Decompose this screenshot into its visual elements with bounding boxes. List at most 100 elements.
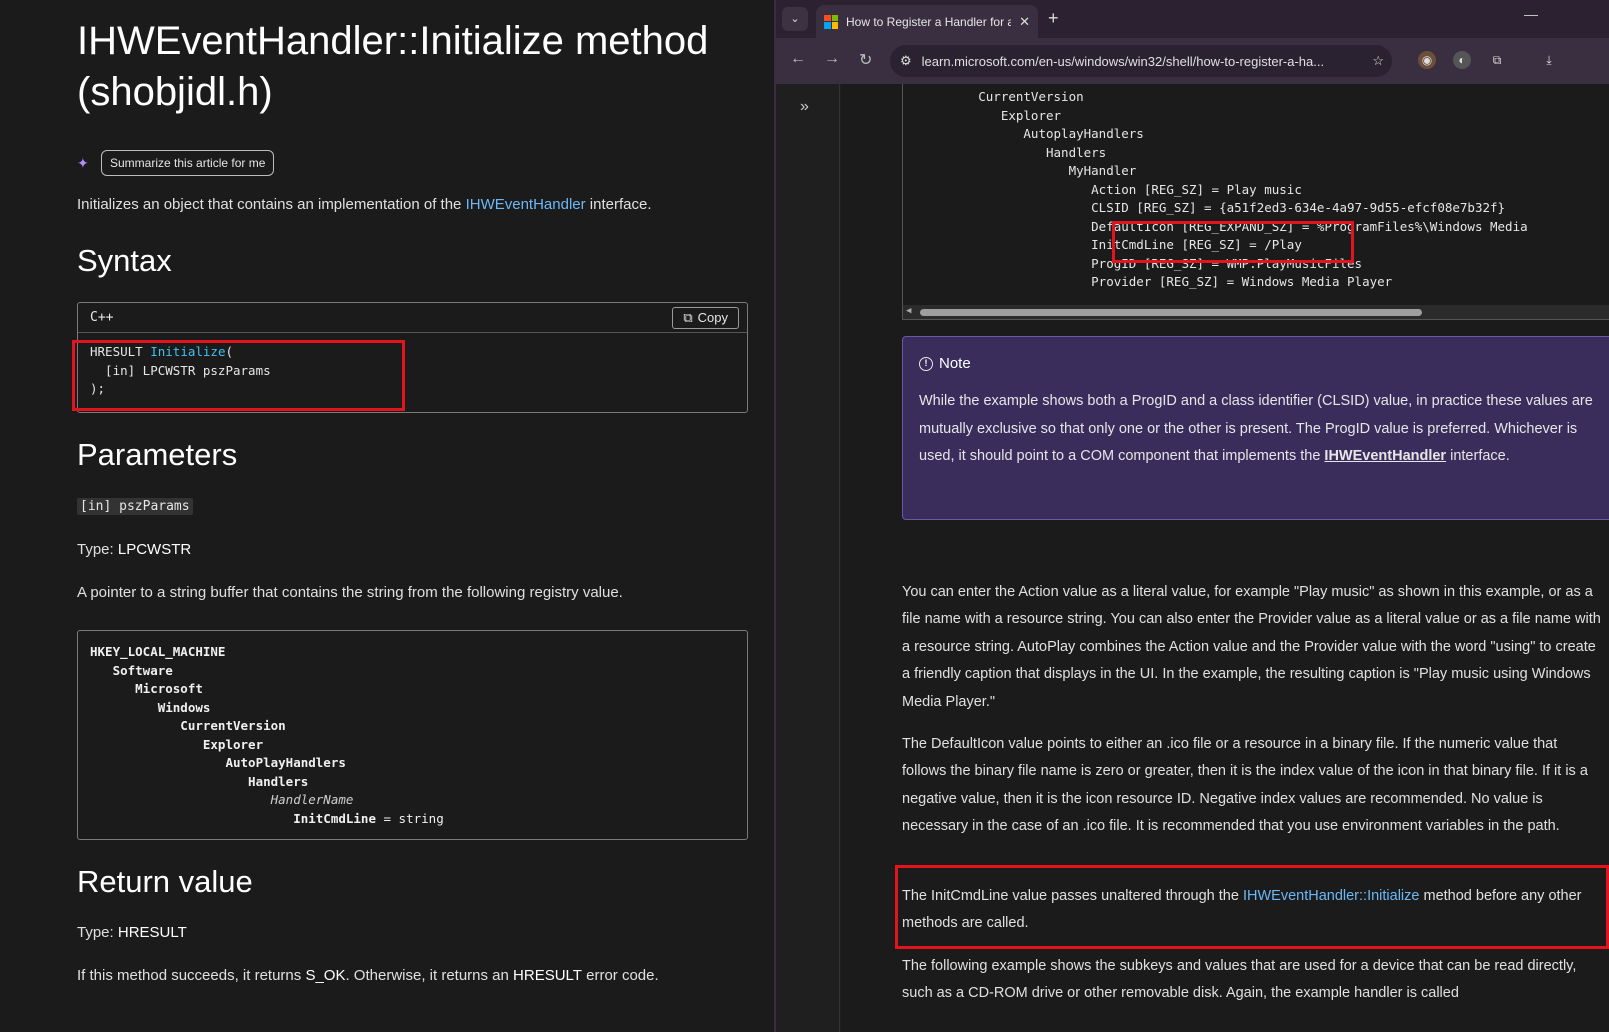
- registry-line: Explorer: [90, 736, 264, 752]
- tab-active[interactable]: How to Register a Handler for a ✕: [816, 5, 1038, 38]
- ret-text: If this method succeeds, it returns: [77, 967, 306, 984]
- doc-pane: IHWEventHandler::Initialize method (shob…: [0, 0, 774, 1032]
- ret-text: . Otherwise, it returns an: [345, 967, 514, 984]
- note-ihweventhandler-link[interactable]: IHWEventHandler: [1324, 448, 1446, 464]
- syntax-code-block: C++ ⧉ Copy HRESULT Initialize( [in] LPCW…: [77, 302, 748, 413]
- note-heading: Note: [939, 355, 971, 372]
- para3-text: The InitCmdLine value passes unaltered t…: [902, 888, 1243, 904]
- note-callout: ! Note While the example shows both a Pr…: [902, 336, 1609, 520]
- page-title: IHWEventHandler::Initialize method (shob…: [77, 19, 709, 114]
- close-tab-icon[interactable]: ✕: [1019, 14, 1030, 30]
- code-paren: (: [225, 344, 234, 359]
- code-line: CLSID [REG_SZ] = {a51f2ed3-634e-4a97-9d5…: [903, 200, 1506, 215]
- browser-window: ⌄ How to Register a Handler for a ✕ + — …: [776, 0, 1609, 1032]
- tab-strip: ⌄ How to Register a Handler for a ✕ + —: [776, 0, 1609, 38]
- tab-search-button[interactable]: ⌄: [782, 7, 808, 31]
- code-line: Provider [REG_SZ] = Windows Media Player: [903, 274, 1393, 289]
- param-name: [in] pszParams: [77, 498, 193, 515]
- paragraph-following-example: The following example shows the subkeys …: [902, 958, 1577, 1002]
- registry-line: HandlerName: [90, 792, 354, 807]
- paragraph-initcmdline: The InitCmdLine value passes unaltered t…: [902, 883, 1602, 938]
- code-language: C++: [90, 310, 114, 325]
- code-lines: CurrentVersion Explorer AutoplayHandlers…: [903, 88, 1528, 292]
- code-line: CurrentVersion: [903, 89, 1084, 104]
- lead-paragraph: Initializes an object that contains an i…: [77, 196, 652, 213]
- ret-type-value: HRESULT: [117, 924, 187, 941]
- note-body: While the example shows both a ProgID an…: [919, 388, 1609, 471]
- extension-globe-icon[interactable]: ◐: [1453, 51, 1471, 69]
- code-line: DefaultIcon [REG_EXPAND_SZ] = %ProgramFi…: [903, 218, 1528, 234]
- site-info-icon[interactable]: ⚙: [900, 53, 912, 69]
- article-content: CurrentVersion Explorer AutoplayHandlers…: [841, 84, 1609, 1032]
- browser-toolbar: ← → ↻ ⚙ learn.microsoft.com/en-us/window…: [776, 38, 1609, 84]
- expand-sidebar-icon[interactable]: »: [800, 98, 809, 116]
- registry-line: Handlers: [90, 773, 309, 789]
- registry-line: Software: [90, 662, 173, 678]
- minimize-icon[interactable]: —: [1524, 6, 1538, 22]
- copy-icon: ⧉: [683, 309, 693, 325]
- code-function-name: Initialize: [150, 344, 226, 359]
- summarize-button[interactable]: Summarize this article for me: [101, 150, 275, 176]
- code-line: Handlers: [903, 144, 1107, 160]
- type-value: LPCWSTR: [117, 541, 192, 558]
- horizontal-scrollbar[interactable]: ◀ ▶: [903, 305, 1609, 319]
- reload-icon[interactable]: ↻: [859, 50, 872, 70]
- address-bar[interactable]: ⚙ learn.microsoft.com/en-us/windows/win3…: [890, 45, 1392, 77]
- registry-example-code: CurrentVersion Explorer AutoplayHandlers…: [902, 84, 1609, 320]
- paragraph-action-value: You can enter the Action value as a lite…: [902, 584, 1601, 710]
- code-line: ProgID [REG_SZ] = WMP.PlayMusicFiles: [903, 255, 1363, 271]
- return-value-heading: Return value: [77, 864, 253, 899]
- download-icon[interactable]: ⤓: [1540, 51, 1558, 69]
- code-line: InitCmdLine [REG_SZ] = /Play: [903, 237, 1302, 252]
- summarize-row: ✦ Summarize this article for me: [77, 150, 275, 176]
- return-description: If this method succeeds, it returns S_OK…: [77, 967, 659, 984]
- forward-icon[interactable]: →: [824, 50, 840, 68]
- registry-line: AutoPlayHandlers: [90, 755, 346, 770]
- ret-hresult: HRESULT: [513, 967, 582, 984]
- registry-value-type: = string: [375, 810, 444, 826]
- code-close-line: );: [90, 381, 106, 396]
- syntax-code: HRESULT Initialize( [in] LPCWSTR pszPara…: [78, 333, 747, 409]
- microsoft-logo-icon: [824, 14, 838, 29]
- registry-code-block: HKEY_LOCAL_MACHINE Software Microsoft Wi…: [77, 630, 748, 840]
- back-icon[interactable]: ←: [790, 50, 806, 68]
- registry-line: CurrentVersion: [90, 718, 286, 733]
- registry-line: Microsoft: [90, 681, 203, 696]
- ret-type-label: Type:: [77, 924, 118, 941]
- extensions-puzzle-icon[interactable]: ⧉: [1488, 51, 1506, 69]
- tab-title: How to Register a Handler for a: [846, 14, 1012, 29]
- copy-button[interactable]: ⧉ Copy: [672, 306, 739, 329]
- docs-sidebar: »: [776, 84, 840, 1032]
- paragraph-defaulticon: The DefaultIcon value points to either a…: [902, 736, 1588, 835]
- syntax-heading: Syntax: [77, 243, 172, 278]
- registry-line: HKEY_LOCAL_MACHINE: [90, 644, 226, 659]
- code-header: C++ ⧉ Copy: [78, 303, 747, 333]
- info-icon: !: [919, 356, 933, 371]
- scroll-left-icon[interactable]: ◀: [906, 306, 911, 316]
- ret-s-ok: S_OK: [305, 967, 346, 984]
- code-line: AutoplayHandlers: [903, 126, 1144, 141]
- code-param-line: [in] LPCWSTR pszParams: [90, 362, 271, 378]
- initialize-method-link[interactable]: IHWEventHandler::Initialize: [1243, 888, 1420, 904]
- registry-line: Windows: [90, 699, 211, 715]
- registry-line-value: InitCmdLine = string: [90, 810, 444, 826]
- parameters-heading: Parameters: [77, 437, 238, 472]
- lead-text-suffix: interface.: [585, 196, 652, 213]
- copy-label: Copy: [697, 310, 728, 325]
- bookmark-star-icon[interactable]: ☆: [1372, 53, 1384, 69]
- scrollbar-thumb[interactable]: [920, 309, 1422, 316]
- note-header: ! Note: [919, 355, 1605, 372]
- ihweventhandler-link[interactable]: IHWEventHandler: [466, 196, 586, 213]
- code-line: Explorer: [903, 107, 1062, 123]
- param-type: Type: LPCWSTR: [77, 541, 191, 558]
- ret-text: error code.: [581, 967, 659, 984]
- address-url: learn.microsoft.com/en-us/windows/win32/…: [921, 53, 1325, 69]
- code-line: Action [REG_SZ] = Play music: [903, 181, 1302, 197]
- return-type: Type: HRESULT: [77, 924, 187, 941]
- sparkle-icon: ✦: [77, 154, 89, 171]
- extension-owl-icon[interactable]: ◉: [1418, 51, 1436, 69]
- code-return-type: HRESULT: [90, 344, 151, 359]
- code-line: MyHandler: [903, 163, 1137, 178]
- type-label: Type:: [77, 541, 118, 558]
- new-tab-icon[interactable]: +: [1048, 8, 1059, 29]
